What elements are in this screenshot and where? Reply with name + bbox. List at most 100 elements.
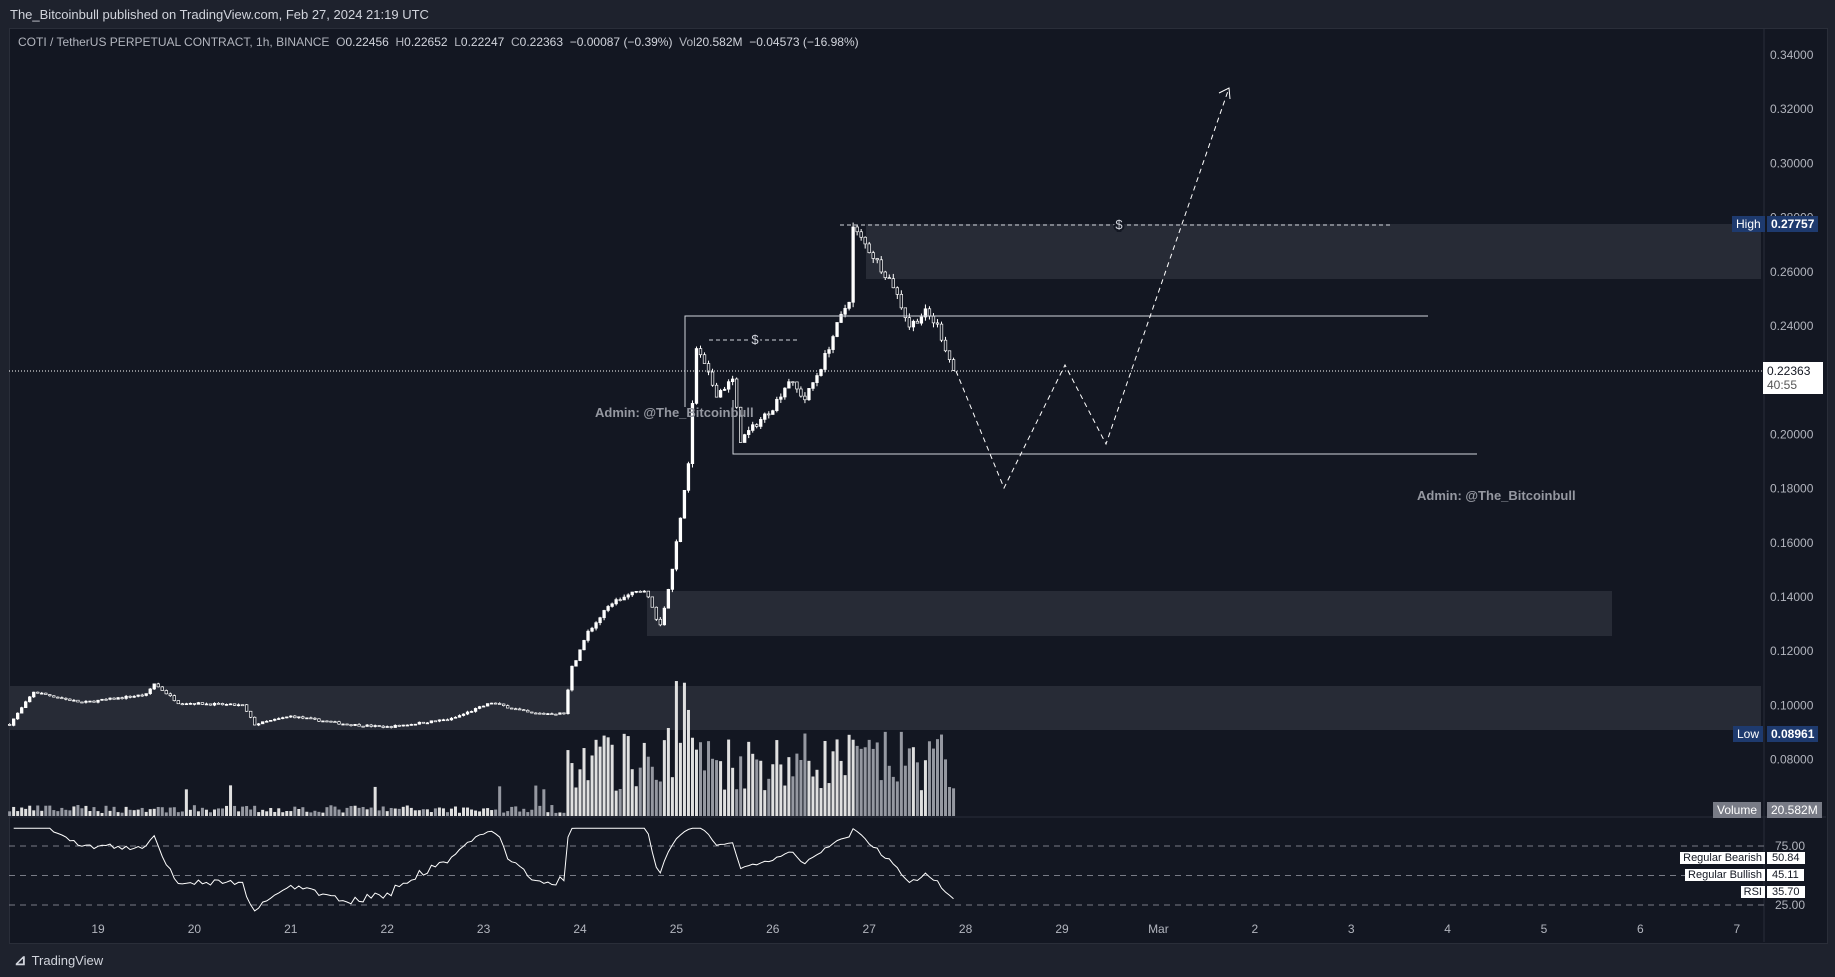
candle-body — [353, 724, 357, 726]
volume-bar — [152, 808, 156, 816]
candle-body — [791, 381, 795, 384]
candle-body — [265, 720, 269, 723]
candle-body — [449, 717, 454, 721]
volume-bar — [204, 809, 208, 816]
volume-bar — [606, 737, 610, 816]
candle-body — [164, 690, 168, 695]
price-tick: 0.26000 — [1770, 265, 1814, 279]
volume-bar — [558, 812, 562, 816]
volume-bar — [711, 758, 715, 816]
volume-bar — [514, 806, 518, 816]
volume-bar — [875, 742, 879, 816]
candle-body — [935, 322, 940, 325]
high-badge-label: High — [1732, 216, 1765, 232]
volume-bar — [212, 809, 216, 816]
volume-bar — [919, 790, 923, 816]
vol-label: Vol — [679, 35, 696, 49]
candle-body — [694, 348, 699, 404]
date-tick: 7 — [1733, 922, 1740, 936]
low-value: 0.22247 — [460, 35, 505, 49]
volume-bar — [891, 776, 895, 816]
volume-bar — [767, 778, 771, 816]
volume-bar — [534, 785, 538, 816]
volume-badge-label: Volume — [1713, 802, 1762, 818]
candle-body — [212, 702, 217, 706]
candle-body — [586, 630, 590, 641]
volume-bar — [261, 809, 265, 816]
candle-body — [240, 704, 245, 707]
rsi-label-name: RSI — [1740, 886, 1765, 898]
volume-bar — [883, 731, 887, 816]
volume-bar — [44, 805, 48, 816]
date-tick: 29 — [1055, 922, 1069, 936]
volume-bar — [855, 745, 859, 816]
volume-bar — [915, 762, 919, 816]
symbol-name[interactable]: COTI / TetherUS PERPETUAL CONTRACT, 1h, … — [18, 35, 329, 49]
volume-bar — [136, 809, 140, 816]
candle-body — [441, 719, 446, 722]
volume-bar — [783, 785, 787, 816]
volume-bar — [666, 727, 670, 816]
price-tick: 0.10000 — [1770, 698, 1814, 712]
date-tick: 20 — [188, 922, 202, 936]
candle-body — [92, 700, 96, 703]
volume-bar — [329, 805, 333, 816]
candle-body — [562, 712, 566, 715]
volume-bar — [192, 805, 196, 816]
candle-body — [228, 703, 233, 706]
volume-bar — [265, 811, 269, 816]
volume-bar — [779, 764, 783, 816]
date-tick: 2 — [1251, 922, 1258, 936]
volume-bar — [895, 781, 899, 816]
candle-body — [297, 716, 301, 719]
rsi-line — [13, 827, 954, 912]
volume-bar — [811, 776, 815, 816]
volume-bar — [927, 741, 931, 816]
volume-bar — [309, 812, 313, 816]
volume-bar — [88, 811, 92, 816]
candle-body — [309, 717, 313, 720]
price-tick: 0.08000 — [1770, 753, 1814, 767]
candle-body — [437, 719, 442, 722]
volume-bar — [297, 808, 301, 816]
volume-bar — [482, 808, 486, 816]
candle-body — [421, 721, 425, 724]
volume-bar — [417, 810, 421, 816]
candle-body — [232, 703, 237, 706]
projection-path — [955, 87, 1230, 490]
candle-body — [152, 683, 156, 690]
volume-bar — [903, 765, 907, 816]
chart-canvas[interactable]: 0.340000.320000.300000.280000.260000.240… — [0, 0, 1835, 977]
rsi-label-name: Regular Bearish — [1680, 852, 1765, 864]
candle-body — [172, 695, 176, 701]
volume-bar — [349, 806, 353, 816]
volume-bar — [389, 807, 393, 816]
candle-body — [477, 706, 482, 709]
volume-bar — [791, 776, 795, 816]
volume-bar — [462, 807, 466, 816]
volume-bar — [799, 759, 803, 816]
volume-bar — [164, 812, 168, 816]
volume-bar — [124, 806, 128, 816]
candle-body — [120, 697, 124, 699]
volume-bar — [156, 806, 160, 816]
volume-bar — [735, 789, 739, 816]
volume-bar — [807, 760, 811, 816]
last-price-badge: 0.22363 40:55 — [1763, 362, 1823, 394]
candle-body — [184, 703, 189, 706]
candle-body — [919, 316, 924, 324]
candle-body — [160, 686, 164, 691]
tradingview-logo[interactable]: ⊿ TradingView — [14, 951, 103, 969]
candle-body — [610, 603, 614, 607]
candle-body — [502, 703, 506, 706]
volume-bar — [863, 747, 867, 816]
candle-body — [570, 665, 574, 691]
low-label: L — [454, 35, 461, 49]
date-tick: 24 — [573, 922, 587, 936]
volume-bar — [289, 811, 293, 816]
price-tick: 0.12000 — [1770, 644, 1814, 658]
volume-bar — [554, 812, 558, 816]
volume-bar — [851, 739, 855, 816]
volume-bar — [413, 810, 417, 816]
volume-bar — [843, 775, 847, 816]
